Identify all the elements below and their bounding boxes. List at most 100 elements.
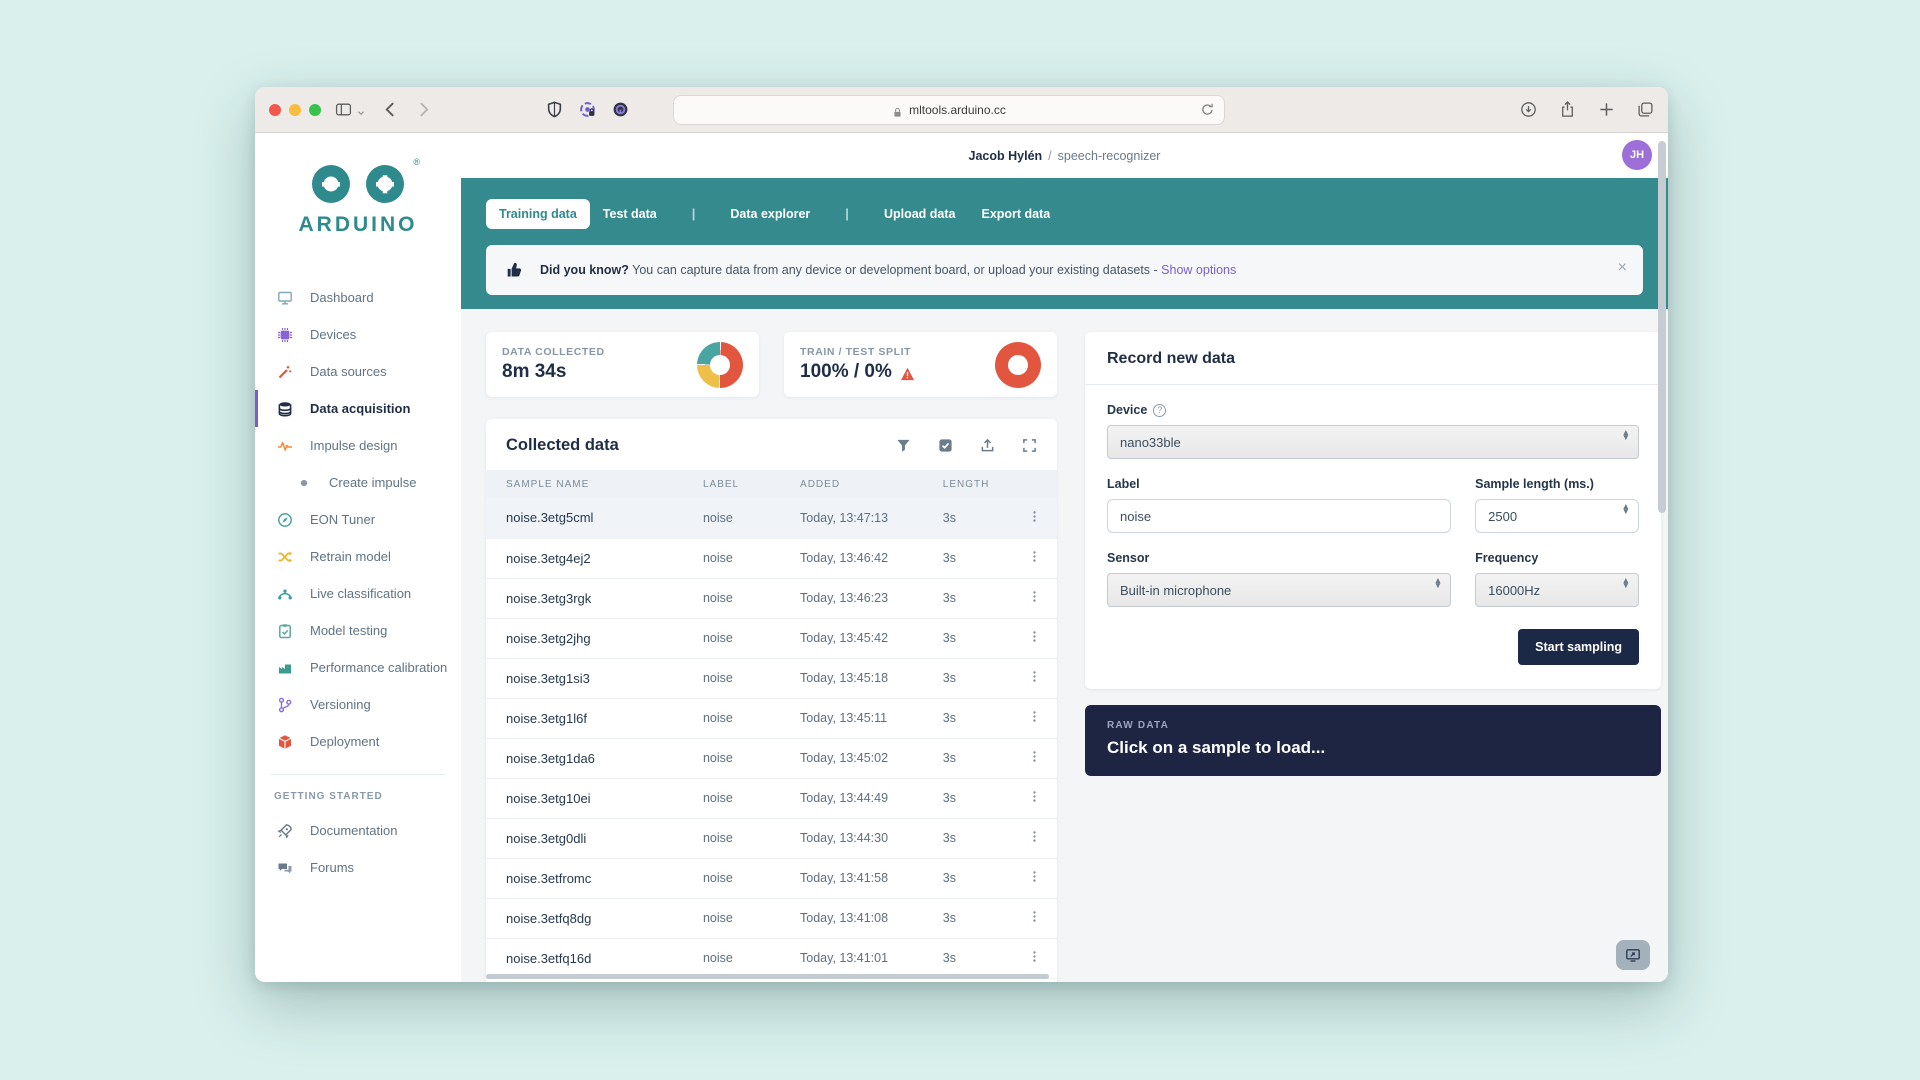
sidebar-nav-item[interactable]: Documentation [255,812,461,849]
table-row[interactable]: noise.3etg1l6f noise Today, 13:45:11 3s [486,698,1057,738]
sidebar-nav-item[interactable]: Versioning [255,686,461,723]
zoom-window-button[interactable] [309,104,321,116]
tab[interactable]: Export data [968,199,1063,229]
table-row[interactable]: noise.3etg1si3 noise Today, 13:45:18 3s [486,658,1057,698]
table-row[interactable]: noise.3etg5cml noise Today, 13:47:13 3s [486,498,1057,538]
sample-name[interactable]: noise.3etfromc [486,858,703,898]
back-icon[interactable] [382,101,399,118]
row-menu-icon[interactable] [1028,830,1041,843]
password-extension-icon[interactable] [612,101,629,118]
sample-name[interactable]: noise.3etg4ej2 [486,538,703,578]
sensor-select[interactable]: Built-in microphone ▲▼ [1107,573,1451,607]
table-row[interactable]: noise.3etg0dli noise Today, 13:44:30 3s [486,818,1057,858]
sample-name[interactable]: noise.3etg5cml [486,498,703,538]
trademark-symbol: ® [413,157,420,167]
tab[interactable]: Test data [590,199,670,229]
row-menu-icon[interactable] [1028,630,1041,643]
tab[interactable]: Upload data [871,199,969,229]
downloads-icon[interactable] [1520,101,1537,118]
table-row[interactable]: noise.3etfq16d noise Today, 13:41:01 3s [486,938,1057,978]
address-bar[interactable]: mltools.arduino.cc [673,95,1225,125]
filter-icon[interactable] [896,438,911,453]
refresh-icon[interactable] [1200,102,1215,117]
sidebar-nav-item[interactable]: Dashboard [255,279,461,316]
vertical-scrollbar[interactable] [1658,141,1666,513]
row-menu-icon[interactable] [1028,870,1041,883]
sidebar-nav-item[interactable]: Data acquisition [255,390,461,427]
table-row[interactable]: noise.3etg1da6 noise Today, 13:45:02 3s [486,738,1057,778]
sample-length-input[interactable]: 2500 ▲▼ [1475,499,1639,533]
sample-name[interactable]: noise.3etfq16d [486,938,703,978]
tab[interactable]: | [832,198,862,229]
sidebar-nav-item[interactable]: Deployment [255,723,461,760]
panel-title: Collected data [506,436,619,455]
table-row[interactable]: noise.3etg3rgk noise Today, 13:46:23 3s [486,578,1057,618]
row-menu-icon[interactable] [1028,670,1041,683]
horizontal-scrollbar[interactable] [486,974,1049,979]
minimize-window-button[interactable] [289,104,301,116]
shield-extension-icon[interactable] [546,101,563,118]
table-row[interactable]: noise.3etg2jhg noise Today, 13:45:42 3s [486,618,1057,658]
row-menu-icon[interactable] [1028,590,1041,603]
sample-name[interactable]: noise.3etfq8dg [486,898,703,938]
device-select[interactable]: nano33ble ▲▼ [1107,425,1639,459]
sidebar-toggle-icon[interactable] [335,101,352,118]
sample-name[interactable]: noise.3etg3rgk [486,578,703,618]
sidebar-nav-item[interactable]: Model testing [255,612,461,649]
table-row[interactable]: noise.3etfromc noise Today, 13:41:58 3s [486,858,1057,898]
dashboard-icon [277,290,293,306]
sample-name[interactable]: noise.3etg0dli [486,818,703,858]
column-header[interactable]: LABEL [703,470,800,498]
sample-name[interactable]: noise.3etg2jhg [486,618,703,658]
table-row[interactable]: noise.3etfq8dg noise Today, 13:41:08 3s [486,898,1057,938]
new-tab-icon[interactable] [1598,101,1615,118]
avatar[interactable]: JH [1622,140,1652,170]
row-menu-icon[interactable] [1028,510,1041,523]
sidebar-nav-item[interactable]: Create impulse [255,464,461,501]
sidebar-nav-item[interactable]: Devices [255,316,461,353]
column-header[interactable]: SAMPLE NAME [486,470,703,498]
sample-name[interactable]: noise.3etg10ei [486,778,703,818]
help-icon[interactable]: ? [1153,404,1166,417]
sidebar-nav-item[interactable]: Forums [255,849,461,886]
row-menu-icon[interactable] [1028,950,1041,963]
row-menu-icon[interactable] [1028,710,1041,723]
sample-name[interactable]: noise.3etg1da6 [486,738,703,778]
tab[interactable]: | [679,198,709,229]
share-icon[interactable] [1559,101,1576,118]
sidebar-nav-item[interactable]: Data sources [255,353,461,390]
sidebar-nav-item[interactable]: Live classification [255,575,461,612]
row-menu-icon[interactable] [1028,550,1041,563]
close-icon[interactable]: × [1618,259,1627,277]
frequency-select[interactable]: 16000Hz ▲▼ [1475,573,1639,607]
breadcrumb-user[interactable]: Jacob Hylén [969,149,1043,163]
label-input[interactable]: noise [1107,499,1451,533]
tab[interactable]: Training data [486,199,590,229]
sample-name[interactable]: noise.3etg1l6f [486,698,703,738]
sidebar-nav-item[interactable]: Performance calibration [255,649,461,686]
sidebar-nav-item[interactable]: Impulse design [255,427,461,464]
close-window-button[interactable] [269,104,281,116]
number-stepper-icon[interactable]: ▲▼ [1622,504,1630,515]
show-options-link[interactable]: Show options [1161,263,1236,277]
forward-icon[interactable] [415,101,432,118]
select-checkbox-icon[interactable] [938,438,953,453]
row-menu-icon[interactable] [1028,910,1041,923]
sidebar-nav-item[interactable]: EON Tuner [255,501,461,538]
start-sampling-button[interactable]: Start sampling [1518,629,1639,665]
table-row[interactable]: noise.3etg4ej2 noise Today, 13:46:42 3s [486,538,1057,578]
tab-overview-icon[interactable] [1637,101,1654,118]
column-header[interactable]: LENGTH [943,470,1012,498]
expand-icon[interactable] [1022,438,1037,453]
sample-name[interactable]: noise.3etg1si3 [486,658,703,698]
upload-icon[interactable] [980,438,995,453]
privacy-extension-icon[interactable] [579,101,596,118]
column-header[interactable]: ADDED [800,470,943,498]
tab[interactable]: Data explorer [717,199,823,229]
table-row[interactable]: noise.3etg10ei noise Today, 13:44:49 3s [486,778,1057,818]
feedback-widget-button[interactable] [1616,940,1650,970]
row-menu-icon[interactable] [1028,750,1041,763]
sidebar-nav-item[interactable]: Retrain model [255,538,461,575]
chevron-down-icon[interactable] [356,105,366,115]
row-menu-icon[interactable] [1028,790,1041,803]
